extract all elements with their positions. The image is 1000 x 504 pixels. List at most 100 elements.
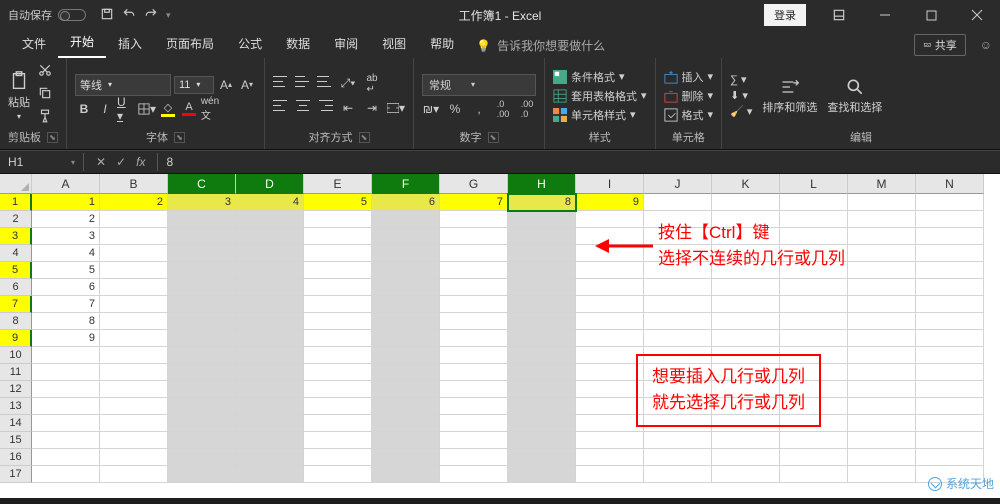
cell-G1[interactable]: 7 <box>440 194 508 211</box>
col-header-G[interactable]: G <box>440 174 508 194</box>
cell-D16[interactable] <box>236 449 304 466</box>
cell-D5[interactable] <box>236 262 304 279</box>
cell-F6[interactable] <box>372 279 440 296</box>
cell-A3[interactable]: 3 <box>32 228 100 245</box>
cell-G16[interactable] <box>440 449 508 466</box>
cell-C3[interactable] <box>168 228 236 245</box>
cell-K1[interactable] <box>712 194 780 211</box>
cell-I4[interactable] <box>576 245 644 262</box>
cell-E4[interactable] <box>304 245 372 262</box>
find-select-button[interactable]: 查找和选择 <box>827 77 882 115</box>
align-top-icon[interactable] <box>273 75 289 89</box>
cell-B16[interactable] <box>100 449 168 466</box>
number-launcher-icon[interactable]: ⬊ <box>488 132 499 143</box>
cell-I8[interactable] <box>576 313 644 330</box>
insert-button[interactable]: 插入 ▾ <box>664 69 714 85</box>
cell-H7[interactable] <box>508 296 576 313</box>
cell-H13[interactable] <box>508 398 576 415</box>
cell-K6[interactable] <box>712 279 780 296</box>
cell-F15[interactable] <box>372 432 440 449</box>
cell-E2[interactable] <box>304 211 372 228</box>
redo-icon[interactable] <box>144 7 158 24</box>
cell-L7[interactable] <box>780 296 848 313</box>
align-launcher-icon[interactable]: ⬊ <box>359 132 370 143</box>
align-left-icon[interactable] <box>273 99 289 113</box>
cell-D8[interactable] <box>236 313 304 330</box>
cell-D9[interactable] <box>236 330 304 347</box>
cell-I7[interactable] <box>576 296 644 313</box>
maximize-icon[interactable] <box>908 0 954 30</box>
col-header-J[interactable]: J <box>644 174 712 194</box>
cell-E16[interactable] <box>304 449 372 466</box>
cell-G8[interactable] <box>440 313 508 330</box>
cell-L8[interactable] <box>780 313 848 330</box>
cell-E11[interactable] <box>304 364 372 381</box>
cell-F17[interactable] <box>372 466 440 483</box>
tab-layout[interactable]: 页面布局 <box>154 29 226 58</box>
cell-N3[interactable] <box>916 228 984 245</box>
cell-B9[interactable] <box>100 330 168 347</box>
cell-B14[interactable] <box>100 415 168 432</box>
orientation-icon[interactable]: ⤢▾ <box>339 75 357 93</box>
row-header-5[interactable]: 5 <box>0 262 32 279</box>
cell-M10[interactable] <box>848 347 916 364</box>
save-icon[interactable] <box>100 7 114 24</box>
cell-F14[interactable] <box>372 415 440 432</box>
cell-G10[interactable] <box>440 347 508 364</box>
cell-H12[interactable] <box>508 381 576 398</box>
cell-N10[interactable] <box>916 347 984 364</box>
col-header-B[interactable]: B <box>100 174 168 194</box>
cell-A7[interactable]: 7 <box>32 296 100 313</box>
cell-K9[interactable] <box>712 330 780 347</box>
cell-D15[interactable] <box>236 432 304 449</box>
select-all-button[interactable] <box>0 174 32 194</box>
cell-B10[interactable] <box>100 347 168 364</box>
align-center-icon[interactable] <box>295 99 311 113</box>
autosum-icon[interactable]: ∑ ▾ <box>730 73 752 86</box>
cell-L15[interactable] <box>780 432 848 449</box>
cancel-icon[interactable]: ✕ <box>96 155 106 169</box>
cell-B5[interactable] <box>100 262 168 279</box>
formula-input[interactable]: 8 <box>157 153 1000 171</box>
phonetic-button[interactable]: wén文 <box>201 100 219 118</box>
cell-G14[interactable] <box>440 415 508 432</box>
cell-I2[interactable] <box>576 211 644 228</box>
ribbon-options-icon[interactable] <box>816 0 862 30</box>
clear-icon[interactable]: 🧹 ▾ <box>730 105 752 118</box>
cell-L1[interactable] <box>780 194 848 211</box>
cell-I1[interactable]: 9 <box>576 194 644 211</box>
cell-J17[interactable] <box>644 466 712 483</box>
cell-F1[interactable]: 6 <box>372 194 440 211</box>
cell-A14[interactable] <box>32 415 100 432</box>
cell-H6[interactable] <box>508 279 576 296</box>
cell-H11[interactable] <box>508 364 576 381</box>
cell-C2[interactable] <box>168 211 236 228</box>
cell-N15[interactable] <box>916 432 984 449</box>
cell-H1[interactable]: 8 <box>508 194 576 211</box>
cell-A5[interactable]: 5 <box>32 262 100 279</box>
cell-B15[interactable] <box>100 432 168 449</box>
col-header-M[interactable]: M <box>848 174 916 194</box>
format-painter-icon[interactable] <box>38 109 52 128</box>
cell-N1[interactable] <box>916 194 984 211</box>
cell-G12[interactable] <box>440 381 508 398</box>
cell-E13[interactable] <box>304 398 372 415</box>
cell-C12[interactable] <box>168 381 236 398</box>
cell-K17[interactable] <box>712 466 780 483</box>
clipboard-launcher-icon[interactable]: ⬊ <box>47 132 58 143</box>
cell-M1[interactable] <box>848 194 916 211</box>
cell-F7[interactable] <box>372 296 440 313</box>
cell-F8[interactable] <box>372 313 440 330</box>
cell-D12[interactable] <box>236 381 304 398</box>
cell-M7[interactable] <box>848 296 916 313</box>
fx-icon[interactable]: fx <box>136 155 145 169</box>
wrap-text-icon[interactable]: ab↵ <box>363 75 381 93</box>
align-bottom-icon[interactable] <box>317 75 333 89</box>
col-header-F[interactable]: F <box>372 174 440 194</box>
cell-F3[interactable] <box>372 228 440 245</box>
cell-B8[interactable] <box>100 313 168 330</box>
row-header-6[interactable]: 6 <box>0 279 32 296</box>
cell-E5[interactable] <box>304 262 372 279</box>
cell-G3[interactable] <box>440 228 508 245</box>
delete-button[interactable]: 删除 ▾ <box>664 88 714 104</box>
